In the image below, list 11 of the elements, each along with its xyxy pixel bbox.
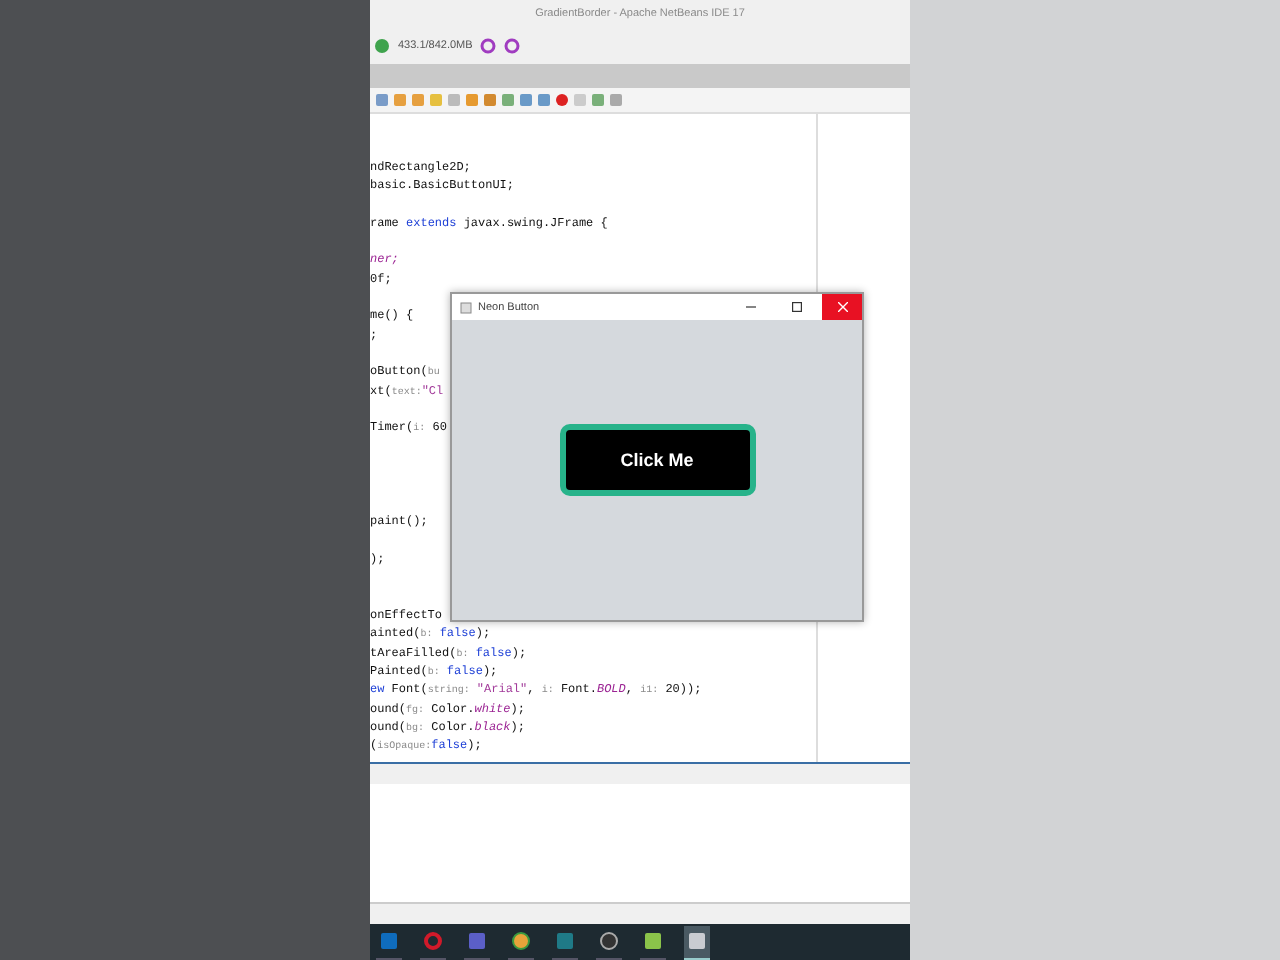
ring-icon	[424, 932, 442, 951]
minimize-icon	[745, 302, 755, 312]
click-me-button[interactable]: Click Me	[559, 424, 755, 496]
app-icon	[460, 301, 472, 313]
circle-icon	[512, 932, 530, 951]
run-icon[interactable]	[374, 37, 390, 54]
close-icon	[837, 302, 847, 312]
maximize-icon	[791, 302, 801, 312]
taskbar-app[interactable]	[684, 925, 710, 960]
panel-icon	[556, 932, 574, 951]
record-icon	[600, 932, 618, 951]
